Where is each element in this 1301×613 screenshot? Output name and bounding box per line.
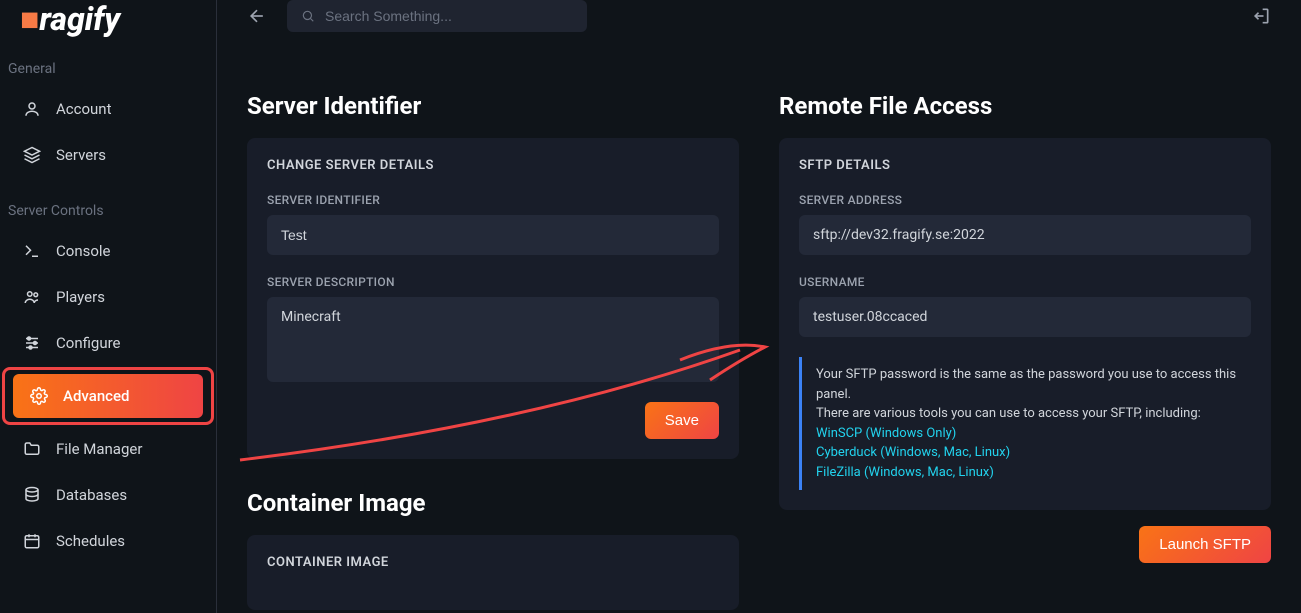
sidebar-item-filemanager[interactable]: File Manager — [6, 427, 210, 471]
terminal-icon — [22, 241, 42, 261]
layers-icon — [22, 145, 42, 165]
calendar-icon — [22, 531, 42, 551]
logout-button[interactable] — [1251, 6, 1271, 26]
sidebar-item-servers[interactable]: Servers — [6, 133, 210, 177]
sidebar-item-label: Advanced — [63, 387, 129, 405]
sidebar-item-databases[interactable]: Databases — [6, 473, 210, 517]
identifier-label: SERVER IDENTIFIER — [267, 193, 719, 207]
save-button[interactable]: Save — [645, 402, 719, 439]
sidebar-item-schedules[interactable]: Schedules — [6, 519, 210, 563]
sidebar-item-players[interactable]: Players — [6, 275, 210, 319]
sidebar-item-advanced[interactable]: Advanced — [13, 374, 203, 418]
card-heading: SFTP DETAILS — [799, 158, 1251, 173]
users-icon — [22, 287, 42, 307]
username-value[interactable]: testuser.08ccaced — [799, 297, 1251, 337]
server-identifier-title: Server Identifier — [247, 92, 739, 120]
launch-sftp-button[interactable]: Launch SFTP — [1139, 526, 1271, 563]
info-text: Your SFTP password is the same as the pa… — [816, 365, 1251, 404]
sftp-info: Your SFTP password is the same as the pa… — [799, 357, 1251, 490]
back-button[interactable] — [247, 6, 267, 26]
sidebar-item-account[interactable]: Account — [6, 87, 210, 131]
sftp-card: SFTP DETAILS SERVER ADDRESS sftp://dev32… — [779, 138, 1271, 510]
folder-icon — [22, 439, 42, 459]
description-label: SERVER DESCRIPTION — [267, 275, 719, 289]
sidebar-item-label: Configure — [56, 334, 121, 352]
info-text: There are various tools you can use to a… — [816, 404, 1251, 424]
link-winscp[interactable]: WinSCP (Windows Only) — [816, 424, 1251, 444]
sidebar-item-label: Servers — [56, 146, 106, 164]
sidebar-section-controls: Server Controls — [0, 195, 216, 227]
sidebar-item-label: Console — [56, 242, 111, 260]
sidebar-section-general: General — [0, 53, 216, 85]
database-icon — [22, 485, 42, 505]
remote-access-title: Remote File Access — [779, 92, 1271, 120]
gear-icon — [29, 386, 49, 406]
username-label: USERNAME — [799, 275, 1251, 289]
link-filezilla[interactable]: FileZilla (Windows, Mac, Linux) — [816, 463, 1251, 483]
server-description-input[interactable]: Minecraft — [267, 297, 719, 382]
sidebar-item-label: File Manager — [56, 440, 142, 458]
container-image-card: CONTAINER IMAGE — [247, 535, 739, 610]
sidebar-item-label: Players — [56, 288, 105, 306]
server-details-card: CHANGE SERVER DETAILS SERVER IDENTIFIER … — [247, 138, 739, 459]
sidebar-item-configure[interactable]: Configure — [6, 321, 210, 365]
sidebar-item-console[interactable]: Console — [6, 229, 210, 273]
link-cyberduck[interactable]: Cyberduck (Windows, Mac, Linux) — [816, 443, 1251, 463]
logo: ■ragify — [0, 0, 216, 53]
server-identifier-input[interactable] — [267, 215, 719, 255]
search-box[interactable] — [287, 0, 587, 32]
sidebar-item-label: Databases — [56, 486, 127, 504]
card-heading: CHANGE SERVER DETAILS — [267, 158, 719, 173]
user-icon — [22, 99, 42, 119]
server-address-value[interactable]: sftp://dev32.fragify.se:2022 — [799, 215, 1251, 255]
address-label: SERVER ADDRESS — [799, 193, 1251, 207]
card-heading: CONTAINER IMAGE — [267, 555, 719, 570]
sliders-icon — [22, 333, 42, 353]
search-icon — [301, 9, 315, 23]
search-input[interactable] — [325, 8, 573, 24]
container-image-title: Container Image — [247, 489, 739, 517]
sidebar-item-label: Schedules — [56, 532, 125, 550]
sidebar-item-label: Account — [56, 100, 112, 118]
